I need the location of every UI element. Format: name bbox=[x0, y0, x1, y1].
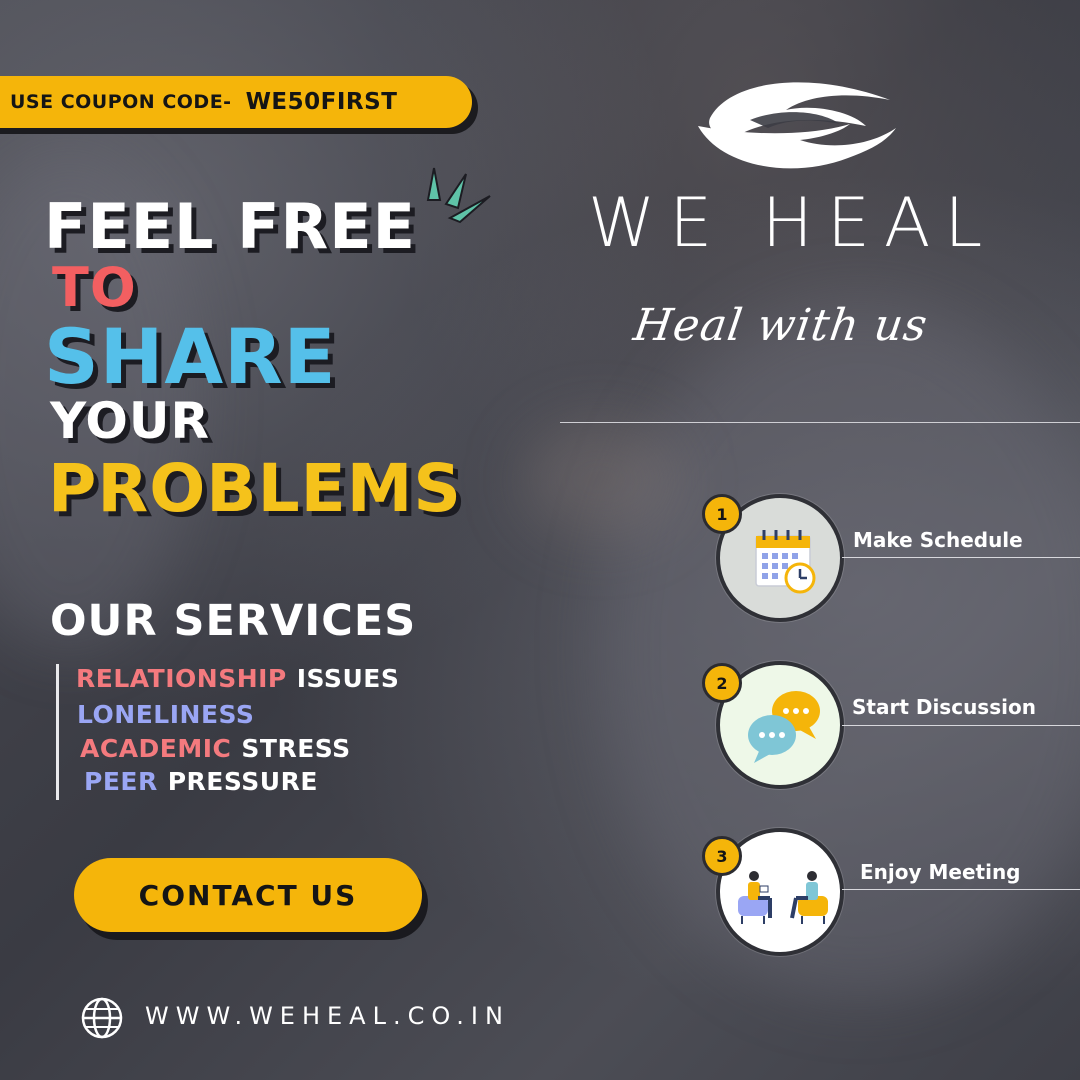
service-rest: ISSUES bbox=[296, 664, 400, 693]
step-1-underline bbox=[842, 557, 1080, 558]
sparkle-icon bbox=[426, 167, 491, 224]
service-highlight: ACADEMIC bbox=[80, 734, 232, 763]
service-rest: STRESS bbox=[241, 734, 351, 763]
service-highlight: LONELINESS bbox=[77, 700, 255, 729]
coupon-banner: USE COUPON CODE- WE50FIRST bbox=[0, 76, 472, 128]
service-item: ACADEMIC STRESS bbox=[80, 734, 351, 763]
headline-line-3: SHARE bbox=[44, 312, 337, 401]
step-3-number: 3 bbox=[702, 836, 742, 876]
step-3-label: Enjoy Meeting bbox=[860, 860, 1021, 884]
headline-line-1: FEEL FREE bbox=[44, 190, 416, 263]
globe-icon bbox=[81, 997, 123, 1039]
headline-line-5: PROBLEMS bbox=[48, 450, 462, 527]
step-2-label: Start Discussion bbox=[852, 695, 1036, 719]
service-item: RELATIONSHIP ISSUES bbox=[76, 664, 399, 693]
service-rest: PRESSURE bbox=[167, 767, 318, 796]
coupon-code: WE50FIRST bbox=[245, 89, 398, 115]
headline-line-4: YOUR bbox=[50, 392, 211, 450]
service-highlight: PEER bbox=[84, 767, 158, 796]
headline-line-2: TO bbox=[52, 256, 137, 319]
coupon-label: USE COUPON CODE- bbox=[10, 91, 232, 113]
service-item: LONELINESS bbox=[77, 700, 264, 729]
service-highlight: RELATIONSHIP bbox=[76, 664, 287, 693]
contact-us-button[interactable]: CONTACT US bbox=[74, 858, 422, 932]
step-1-number: 1 bbox=[702, 494, 742, 534]
hands-logo bbox=[698, 82, 896, 169]
step-3-underline bbox=[842, 889, 1080, 890]
services-title: OUR SERVICES bbox=[50, 596, 417, 646]
website-link[interactable]: WWW.WEHEAL.CO.IN bbox=[145, 1002, 510, 1030]
services-divider bbox=[56, 664, 59, 800]
step-2-number: 2 bbox=[702, 663, 742, 703]
brand-tagline: Heal with us bbox=[630, 300, 931, 351]
brand-divider bbox=[560, 422, 1080, 423]
step-1-label: Make Schedule bbox=[853, 528, 1023, 552]
service-item: PEER PRESSURE bbox=[84, 767, 318, 796]
brand-name: WE HEAL bbox=[588, 184, 997, 263]
step-2-underline bbox=[842, 725, 1080, 726]
